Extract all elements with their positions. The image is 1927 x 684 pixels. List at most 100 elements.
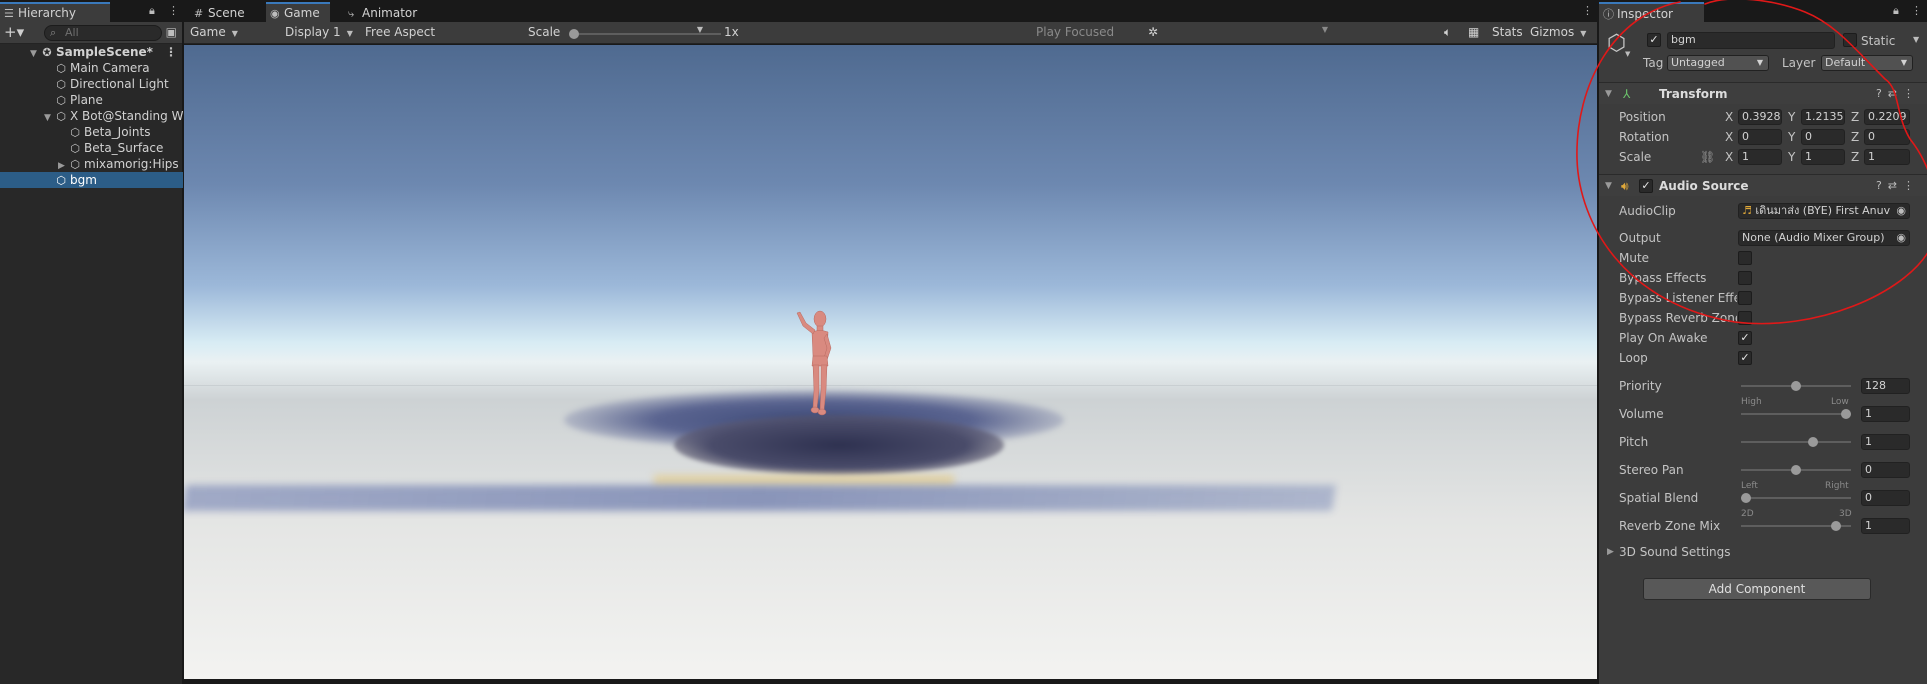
priority-slider-knob[interactable] — [1791, 381, 1801, 391]
active-checkbox[interactable]: ✓ — [1647, 33, 1661, 47]
audio-source-header[interactable]: ▼ 🔊︎ ✓ Audio Source ?⇄⋮ — [1599, 174, 1927, 196]
tab-inspector[interactable]: ⓘ Inspector — [1599, 2, 1704, 22]
tab-hierarchy[interactable]: ☰ Hierarchy — [0, 2, 110, 22]
loop-row: Loop ✓ — [1599, 349, 1927, 367]
output-field[interactable]: None (Audio Mixer Group) ◉ — [1738, 230, 1910, 246]
hierarchy-item-directional-light[interactable]: ⬡ Directional Light — [0, 76, 183, 92]
tab-animator[interactable]: ⤷ Animator — [344, 2, 423, 22]
mute-checkbox[interactable] — [1738, 251, 1752, 265]
component-help-settings-icons[interactable]: ?⇄⋮ — [1876, 83, 1920, 105]
hierarchy-item-scene[interactable]: ▼ ✪ SampleScene* ⋮ — [0, 44, 183, 60]
position-z-field[interactable]: 0.2209 — [1864, 109, 1910, 125]
hierarchy-item-beta-surface[interactable]: ⬡ Beta_Surface — [0, 140, 183, 156]
reverb-zone-mix-field[interactable]: 1 — [1861, 518, 1910, 534]
keyboard-icon[interactable]: ▦ — [1468, 25, 1479, 39]
priority-slider[interactable] — [1741, 381, 1851, 391]
chevron-down-icon: ▼ — [1321, 25, 1328, 34]
object-name-field[interactable]: bgm — [1667, 32, 1835, 49]
hierarchy-item-x-bot[interactable]: ▼ ⬡ X Bot@Standing Wa — [0, 108, 183, 124]
rotation-x-field[interactable]: 0 — [1738, 129, 1782, 145]
foldout-arrow-icon[interactable]: ▼ — [1605, 175, 1612, 197]
component-help-settings-icons[interactable]: ?⇄⋮ — [1876, 175, 1920, 197]
stereo-pan-slider-knob[interactable] — [1791, 465, 1801, 475]
object-picker-icon[interactable]: ◉ — [1896, 231, 1906, 245]
collapse-arrow-icon[interactable]: ▶ — [58, 158, 68, 172]
bug-icon[interactable]: ✲ — [1148, 25, 1158, 39]
hierarchy-search-input[interactable]: ⌕ All — [44, 25, 162, 41]
bypass-effects-checkbox[interactable] — [1738, 271, 1752, 285]
priority-field[interactable]: 128 — [1861, 378, 1910, 394]
position-y-field[interactable]: 1.21358 — [1801, 109, 1845, 125]
axis-y-label: Y — [1788, 130, 1796, 144]
lock-icon[interactable]: 🔒︎ — [149, 4, 155, 18]
rotation-y-field[interactable]: 0 — [1801, 129, 1845, 145]
constrain-proportions-icon[interactable]: ⛓ — [1700, 148, 1715, 166]
static-checkbox[interactable] — [1843, 33, 1857, 47]
chevron-down-icon: ▼ — [1756, 58, 1763, 67]
gizmos-dropdown[interactable]: Gizmos — [1530, 25, 1586, 39]
kebab-menu-icon[interactable]: ⋮ — [1582, 4, 1593, 17]
scale-z-field[interactable]: 1 — [1864, 149, 1910, 165]
pitch-slider-knob[interactable] — [1808, 437, 1818, 447]
reverb-zone-mix-slider[interactable] — [1741, 521, 1851, 531]
stereo-pan-slider[interactable] — [1741, 465, 1851, 475]
scale-y-field[interactable]: 1 — [1801, 149, 1845, 165]
play-mode-dropdown[interactable]: Play Focused ▼ — [1036, 25, 1328, 39]
view-mode-dropdown[interactable]: Game — [190, 25, 238, 39]
rotation-z-field[interactable]: 0 — [1864, 129, 1910, 145]
transform-header[interactable]: ▼ ⅄ Transform ?⇄⋮ — [1599, 82, 1927, 104]
kebab-menu-icon[interactable]: ⋮ — [165, 44, 177, 60]
foldout-arrow-icon[interactable]: ▶ — [1607, 543, 1614, 561]
pitch-row: Pitch 1 — [1599, 433, 1927, 451]
position-x-field[interactable]: 0.3928 — [1738, 109, 1782, 125]
create-plus-icon[interactable]: +▾ — [4, 23, 24, 41]
audio-source-enabled-checkbox[interactable]: ✓ — [1639, 179, 1653, 193]
pitch-slider[interactable] — [1741, 437, 1851, 447]
layer-dropdown[interactable]: Default ▼ — [1821, 55, 1913, 71]
scale-slider-knob[interactable] — [569, 29, 579, 39]
scale-slider[interactable] — [569, 29, 721, 39]
volume-field[interactable]: 1 — [1861, 406, 1910, 422]
play-on-awake-checkbox[interactable]: ✓ — [1738, 331, 1752, 345]
spatial-blend-slider[interactable] — [1741, 493, 1851, 503]
audio-clip-field[interactable]: ♬ เดินมาส่ง (BYE) First Anuv ◉ — [1738, 203, 1910, 219]
hierarchy-item-plane[interactable]: ⬡ Plane — [0, 92, 183, 108]
lock-icon[interactable]: 🔒︎ — [1893, 4, 1899, 18]
stereo-pan-field[interactable]: 0 — [1861, 462, 1910, 478]
info-icon: ⓘ — [1603, 8, 1614, 21]
object-picker-icon[interactable]: ◉ — [1896, 204, 1906, 218]
tab-game[interactable]: ◉ Game — [266, 2, 330, 22]
foldout-arrow-icon[interactable]: ▼ — [1605, 83, 1612, 105]
spatial-blend-field[interactable]: 0 — [1861, 490, 1910, 506]
kebab-menu-icon[interactable]: ⋮ — [1911, 4, 1922, 17]
hierarchy-item-main-camera[interactable]: ⬡ Main Camera — [0, 60, 183, 76]
hierarchy-item-beta-joints[interactable]: ⬡ Beta_Joints — [0, 124, 183, 140]
loop-checkbox[interactable]: ✓ — [1738, 351, 1752, 365]
pitch-field[interactable]: 1 — [1861, 434, 1910, 450]
reverb-zone-mix-slider-knob[interactable] — [1831, 521, 1841, 531]
volume-slider[interactable] — [1741, 409, 1851, 419]
hierarchy-item-bgm[interactable]: ⬡ bgm — [0, 172, 183, 188]
static-dropdown-icon[interactable]: ▼ — [1913, 35, 1919, 44]
scale-x-field[interactable]: 1 — [1738, 149, 1782, 165]
volume-slider-knob[interactable] — [1841, 409, 1851, 419]
tab-scene[interactable]: # Scene — [190, 2, 251, 22]
bypass-listener-effects-checkbox[interactable] — [1738, 291, 1752, 305]
bypass-reverb-zones-checkbox[interactable] — [1738, 311, 1752, 325]
scene-visibility-icon[interactable]: ▣ — [166, 25, 177, 39]
expand-arrow-icon[interactable]: ▼ — [30, 46, 40, 60]
audio-mute-icon[interactable]: 🔈︎ — [1444, 25, 1451, 40]
icon-dropdown-arrow-icon[interactable]: ▼ — [1625, 50, 1630, 58]
expand-arrow-icon[interactable]: ▼ — [44, 110, 54, 124]
display-dropdown[interactable]: Display 1 — [285, 25, 353, 39]
spatial-blend-slider-knob[interactable] — [1741, 493, 1751, 503]
hierarchy-item-mixamorig-hips[interactable]: ▶ ⬡ mixamorig:Hips — [0, 156, 183, 172]
kebab-menu-icon[interactable]: ⋮ — [168, 4, 179, 17]
stats-button[interactable]: Stats — [1492, 25, 1523, 39]
inspector-tabbar: ⓘ Inspector 🔒︎ ⋮ — [1599, 0, 1927, 22]
game-viewport[interactable] — [184, 45, 1597, 679]
add-component-button[interactable]: Add Component — [1643, 578, 1871, 600]
tag-dropdown[interactable]: Untagged ▼ — [1667, 55, 1769, 71]
sound-3d-settings-foldout[interactable]: ▶ 3D Sound Settings — [1599, 543, 1927, 561]
priority-row: Priority 128 High Low — [1599, 377, 1927, 407]
